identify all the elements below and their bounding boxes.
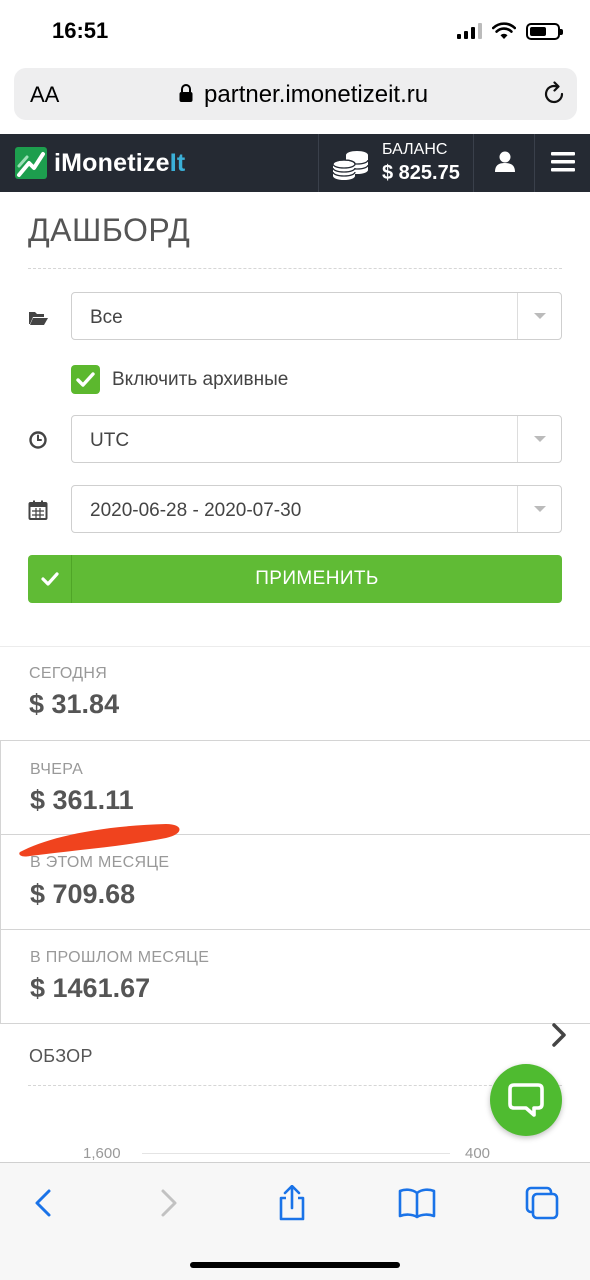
chevron-down-icon[interactable] — [517, 293, 561, 339]
clock-icon — [29, 431, 47, 449]
stat-label: В ПРОШЛОМ МЕСЯЦЕ — [30, 949, 210, 966]
folder-open-icon — [29, 312, 48, 325]
logo-mark-icon — [15, 147, 47, 179]
overview-label: ОБЗОР — [29, 1046, 93, 1066]
apply-button-label: ПРИМЕНИТЬ — [255, 568, 379, 589]
apply-button[interactable]: ПРИМЕНИТЬ — [28, 555, 562, 603]
tabs-icon[interactable] — [522, 1185, 562, 1221]
menu-button[interactable] — [534, 134, 590, 192]
logo-text: iMonetizeIt — [54, 149, 185, 178]
chat-bubble-icon — [508, 1083, 544, 1117]
status-time: 16:51 — [52, 18, 109, 43]
timezone-select[interactable]: UTC — [71, 415, 562, 463]
chat-button[interactable] — [490, 1064, 562, 1136]
forward-icon[interactable] — [148, 1185, 188, 1221]
chart-axis-right-tick: 400 — [465, 1145, 491, 1162]
logo[interactable]: iMonetizeIt — [14, 146, 185, 180]
stat-label: СЕГОДНЯ — [29, 665, 108, 682]
lock-icon — [179, 84, 193, 102]
source-select-value: Все — [90, 307, 123, 328]
stat-value: $ 361.11 — [30, 785, 134, 815]
date-range-select[interactable]: 2020-06-28 - 2020-07-30 — [71, 485, 562, 533]
balance-value: $ 825.75 — [382, 162, 460, 184]
chart-gridline — [142, 1153, 450, 1154]
apply-check-icon — [28, 555, 72, 603]
stat-card-today: СЕГОДНЯ $ 31.84 — [0, 647, 590, 740]
stat-card-last-month: В ПРОШЛОМ МЕСЯЦЕ $ 1461.67 — [0, 929, 590, 1024]
user-button[interactable] — [473, 134, 534, 192]
redaction-mark — [19, 824, 180, 857]
text-size-button[interactable]: AA — [30, 82, 59, 108]
status-icons — [457, 22, 563, 40]
chart-axis-left-tick: 1,600 — [83, 1145, 121, 1162]
checkmark-icon — [76, 372, 95, 387]
stat-label: ВЧЕРА — [30, 761, 84, 778]
user-icon — [495, 151, 515, 172]
reload-icon[interactable] — [541, 81, 567, 107]
back-icon[interactable] — [24, 1185, 64, 1221]
bookmarks-icon[interactable] — [397, 1185, 437, 1221]
stat-value: $ 709.68 — [30, 879, 136, 909]
logo-text-accent: It — [169, 148, 186, 177]
wifi-icon — [492, 22, 516, 39]
balance-widget[interactable]: БАЛАНС $ 825.75 — [318, 134, 472, 192]
chevron-right-icon[interactable] — [550, 1022, 568, 1048]
stat-value: $ 1461.67 — [30, 973, 151, 1003]
url-text[interactable]: partner.imonetizeit.ru — [204, 81, 428, 109]
status-bar: 16:51 — [0, 0, 590, 62]
timezone-select-value: UTC — [90, 430, 130, 451]
date-range-value: 2020-06-28 - 2020-07-30 — [90, 500, 302, 521]
overview-divider — [28, 1085, 562, 1086]
title-divider — [28, 268, 562, 269]
address-bar[interactable]: AA partner.imonetizeit.ru — [14, 68, 577, 120]
home-indicator — [190, 1262, 400, 1268]
source-select[interactable]: Все — [71, 292, 562, 340]
battery-icon — [526, 22, 563, 40]
hamburger-icon — [551, 152, 575, 172]
page-title: ДАШБОРД — [28, 212, 191, 248]
calendar-icon — [28, 500, 48, 520]
balance-label: БАЛАНС — [382, 141, 448, 158]
share-icon[interactable] — [272, 1185, 312, 1221]
logo-text-main: iMonetize — [54, 148, 170, 177]
coins-icon — [332, 151, 369, 180]
chevron-down-icon[interactable] — [517, 486, 561, 532]
app-header: iMonetizeIt БАЛАНС $ 825.75 — [0, 134, 590, 192]
cellular-signal-icon — [457, 23, 482, 39]
include-archived-checkbox[interactable] — [71, 365, 100, 394]
chevron-down-icon[interactable] — [517, 416, 561, 462]
stat-value: $ 31.84 — [29, 689, 120, 719]
include-archived-label[interactable]: Включить архивные — [112, 369, 288, 391]
